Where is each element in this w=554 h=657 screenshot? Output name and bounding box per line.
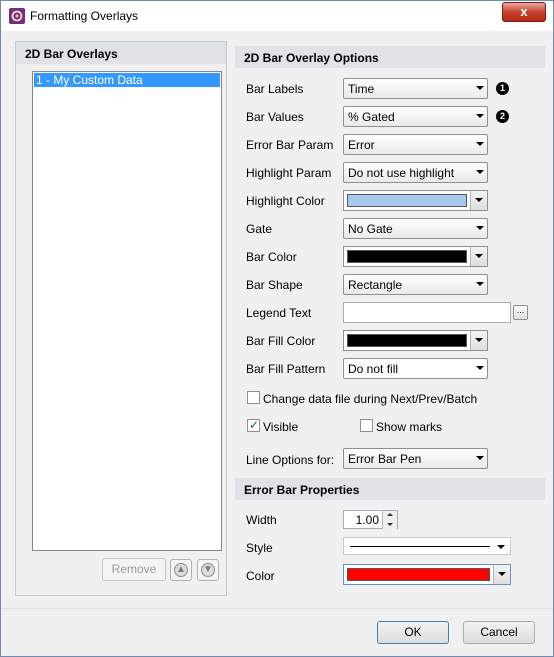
change-data-file-checkbox[interactable] xyxy=(247,391,260,404)
gate-combo[interactable]: No Gate xyxy=(343,218,488,239)
show-marks-label: Show marks xyxy=(376,420,443,434)
chevron-down-icon xyxy=(475,338,483,342)
line-style-combo[interactable] xyxy=(343,537,511,555)
bar-values-combo[interactable]: % Gated xyxy=(343,106,488,127)
chevron-down-icon xyxy=(497,545,505,549)
width-label: Width xyxy=(246,513,277,527)
bar-shape-combo[interactable]: Rectangle xyxy=(343,274,488,295)
caret-down-icon xyxy=(387,523,393,526)
chevron-down-icon xyxy=(476,142,484,146)
arrow-up-icon: ▲ xyxy=(174,563,188,577)
callout-badge-1: 1 xyxy=(496,82,509,95)
color-dropdown-button[interactable] xyxy=(470,331,487,350)
chevron-down-icon xyxy=(476,86,484,90)
line-options-label: Line Options for: xyxy=(246,453,335,467)
chevron-down-icon xyxy=(476,282,484,286)
error-bar-color-picker[interactable] xyxy=(343,564,511,585)
highlight-param-combo[interactable]: Do not use highlight xyxy=(343,162,488,183)
caret-up-icon xyxy=(387,513,393,516)
color-dropdown-button[interactable] xyxy=(493,565,510,584)
app-icon xyxy=(9,8,25,24)
remove-button[interactable]: Remove xyxy=(102,558,166,581)
bar-color-swatch xyxy=(347,250,467,263)
line-style-preview xyxy=(350,546,490,547)
bar-values-value: % Gated xyxy=(348,110,395,124)
highlight-color-picker[interactable] xyxy=(343,190,488,211)
options-header: 2D Bar Overlay Options xyxy=(235,46,545,68)
show-marks-checkbox[interactable] xyxy=(360,419,373,432)
close-button[interactable]: x xyxy=(502,2,546,22)
callout-badge-2: 2 xyxy=(496,110,509,123)
legend-text-browse-button[interactable]: ... xyxy=(513,305,528,320)
error-bar-param-combo[interactable]: Error xyxy=(343,134,488,155)
bar-labels-value: Time xyxy=(348,82,375,96)
visible-label: Visible xyxy=(263,420,299,434)
cancel-button[interactable]: Cancel xyxy=(463,621,535,644)
color-dropdown-button[interactable] xyxy=(470,191,487,210)
move-down-button[interactable]: ▼ xyxy=(197,559,219,581)
line-options-combo[interactable]: Error Bar Pen xyxy=(343,448,488,469)
bar-shape-label: Bar Shape xyxy=(246,278,303,292)
chevron-down-icon xyxy=(476,226,484,230)
overlays-list-panel: 2D Bar Overlays 1 - My Custom Data Remov… xyxy=(15,41,227,596)
bar-fill-color-label: Bar Fill Color xyxy=(246,334,316,348)
ok-button[interactable]: OK xyxy=(377,621,449,644)
formatting-overlays-dialog: Formatting Overlays x 2D Bar Overlays 1 … xyxy=(0,0,554,657)
bar-labels-label: Bar Labels xyxy=(246,82,304,96)
chevron-down-icon xyxy=(476,114,484,118)
width-spinner[interactable]: 1.00 xyxy=(343,510,398,529)
gate-label: Gate xyxy=(246,222,273,236)
highlight-param-value: Do not use highlight xyxy=(348,166,455,180)
move-up-button[interactable]: ▲ xyxy=(170,559,192,581)
error-bar-param-label: Error Bar Param xyxy=(246,138,334,152)
title-bar: Formatting Overlays x xyxy=(1,1,553,31)
dialog-footer: OK Cancel xyxy=(1,608,553,656)
line-options-value: Error Bar Pen xyxy=(348,452,422,466)
overlays-list-header: 2D Bar Overlays xyxy=(16,42,226,64)
bar-shape-value: Rectangle xyxy=(348,278,403,292)
error-bar-header: Error Bar Properties xyxy=(235,478,545,500)
options-panel: 2D Bar Overlay Options Bar Labels Time 1… xyxy=(235,41,545,596)
error-bar-param-value: Error xyxy=(348,138,375,152)
legend-text-label: Legend Text xyxy=(246,306,312,320)
bar-fill-color-picker[interactable] xyxy=(343,330,488,351)
arrow-down-icon: ▼ xyxy=(201,563,215,577)
chevron-down-icon xyxy=(476,456,484,460)
close-icon: x xyxy=(520,4,528,19)
highlight-param-label: Highlight Param xyxy=(246,166,332,180)
change-data-file-label: Change data file during Next/Prev/Batch xyxy=(263,392,478,406)
color-dropdown-button[interactable] xyxy=(470,247,487,266)
visible-checkbox[interactable] xyxy=(247,418,260,432)
bar-values-label: Bar Values xyxy=(246,110,304,124)
chevron-down-icon xyxy=(475,198,483,202)
bar-fill-color-swatch xyxy=(347,334,467,347)
highlight-color-swatch xyxy=(347,194,467,207)
highlight-color-label: Highlight Color xyxy=(246,194,325,208)
chevron-down-icon xyxy=(476,366,484,370)
bar-color-picker[interactable] xyxy=(343,246,488,267)
legend-text-input[interactable] xyxy=(343,302,511,323)
width-value: 1.00 xyxy=(355,513,379,527)
bar-fill-pattern-combo[interactable]: Do not fill xyxy=(343,358,488,379)
bar-color-label: Bar Color xyxy=(246,250,297,264)
chevron-down-icon xyxy=(498,572,506,576)
spin-down-button[interactable] xyxy=(382,520,397,529)
bar-fill-pattern-value: Do not fill xyxy=(348,362,399,376)
window-title: Formatting Overlays xyxy=(30,9,139,23)
chevron-down-icon xyxy=(476,170,484,174)
chevron-down-icon xyxy=(475,254,483,258)
color-label: Color xyxy=(246,569,275,583)
overlays-listbox[interactable]: 1 - My Custom Data xyxy=(32,71,222,551)
gate-value: No Gate xyxy=(348,222,393,236)
style-label: Style xyxy=(246,541,273,555)
list-item[interactable]: 1 - My Custom Data xyxy=(34,73,220,87)
bar-fill-pattern-label: Bar Fill Pattern xyxy=(246,362,326,376)
spin-up-button[interactable] xyxy=(382,511,397,520)
error-bar-color-swatch xyxy=(347,568,490,581)
bar-labels-combo[interactable]: Time xyxy=(343,78,488,99)
